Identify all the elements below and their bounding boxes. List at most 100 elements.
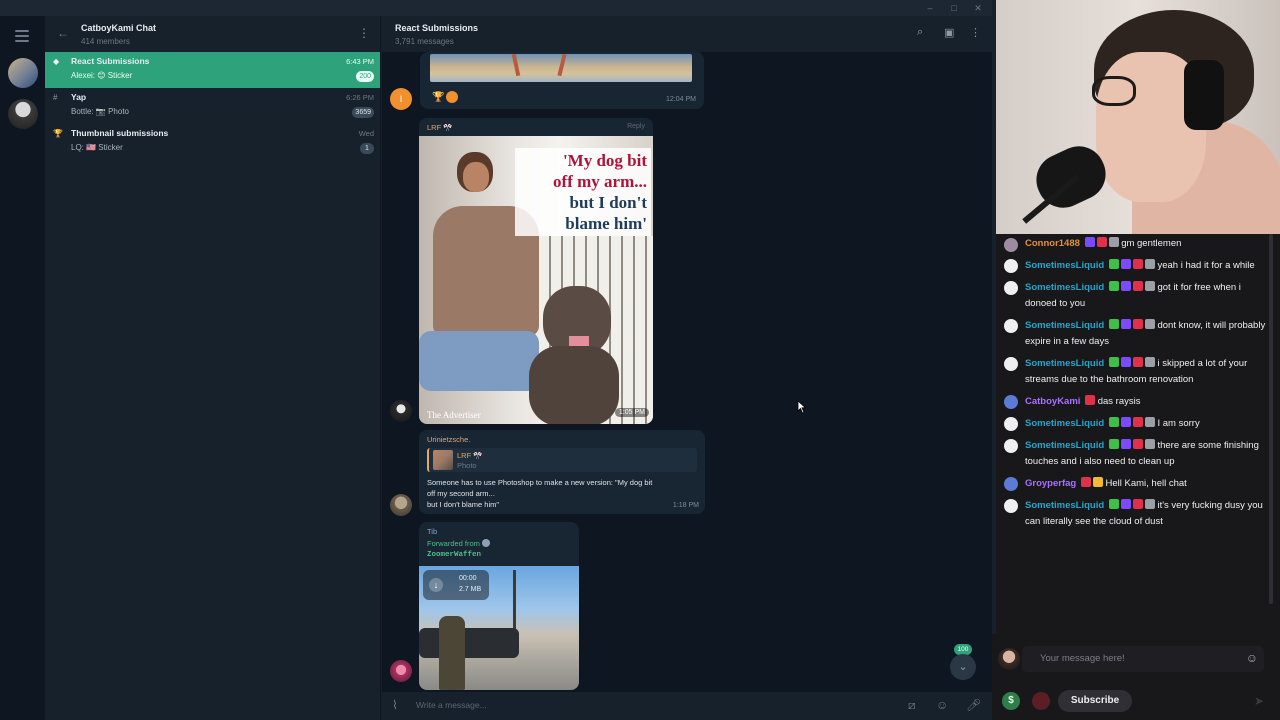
badge-icon — [1132, 357, 1143, 367]
user-avatar[interactable] — [1004, 281, 1018, 295]
message-time: 1:18 PM — [672, 502, 699, 509]
chat-username[interactable]: SometimesLiquid — [1025, 440, 1104, 451]
message-bubble: 🏆 12:04 PM — [420, 52, 704, 109]
gift-icon[interactable] — [1032, 692, 1050, 710]
subscribe-button[interactable]: Subscribe — [1058, 690, 1132, 712]
officer-shape — [439, 616, 465, 690]
badge-icon — [1120, 319, 1131, 329]
sidebar-toggle-icon[interactable]: ▣ — [944, 26, 954, 39]
screen: – □ ✕ ← CatboyKami Chat 414 members ⋮ ◆ … — [0, 0, 1280, 720]
sender-name[interactable]: LRF 🎌 — [427, 123, 453, 132]
topic-time: 6:26 PM — [346, 93, 374, 102]
topic-item-thumbnail-submissions[interactable]: 🏆 Thumbnail submissions LQ: 🇺🇸 Sticker W… — [45, 124, 380, 160]
user-avatar[interactable] — [1004, 499, 1018, 513]
user-avatar[interactable] — [1004, 259, 1018, 273]
forwarded-name[interactable]: ZoomerWaffen — [427, 551, 481, 559]
chat-avatar-secondary[interactable] — [8, 99, 38, 129]
chat-username[interactable]: SometimesLiquid — [1025, 320, 1104, 331]
command-icon[interactable]: ⧄ — [908, 698, 916, 713]
attach-icon[interactable]: ⌇ — [392, 698, 398, 712]
message-bubble: Urinietzsche. LRF 🎌 Photo Someone has to… — [419, 430, 705, 514]
close-icon[interactable]: ✕ — [972, 2, 984, 14]
sender-avatar[interactable]: I — [390, 88, 412, 110]
topic-last-message: LQ: 🇺🇸 Sticker — [71, 143, 123, 152]
maximize-icon[interactable]: □ — [948, 2, 960, 14]
chat-avatar-catboykami[interactable] — [8, 58, 38, 88]
sticker-icon — [446, 91, 458, 103]
badge-icon — [1132, 417, 1143, 427]
more-options-icon[interactable]: ⋮ — [970, 26, 981, 39]
message-time: 12:04 PM — [666, 96, 696, 103]
back-arrow-icon[interactable]: ← — [57, 26, 69, 40]
chat-username[interactable]: SometimesLiquid — [1025, 418, 1104, 429]
sender-avatar[interactable] — [390, 660, 412, 682]
send-icon[interactable]: ➤ — [1254, 694, 1264, 708]
chat-input-placeholder: Your message here! — [1040, 653, 1125, 664]
download-icon[interactable]: ↓ — [429, 578, 443, 592]
badge-icon — [1108, 319, 1119, 329]
video-size: 2.7 MB — [459, 586, 482, 593]
own-avatar[interactable] — [998, 648, 1020, 670]
chat-message: SometimesLiquid there are some finishing… — [996, 435, 1280, 473]
headline-line: blame him' — [565, 214, 647, 233]
user-avatar[interactable] — [1004, 477, 1018, 491]
chat-username[interactable]: Groyperfag — [1025, 478, 1076, 489]
user-avatar[interactable] — [1004, 417, 1018, 431]
diamond-icon: ◆ — [53, 57, 60, 66]
unread-badge: 200 — [356, 71, 374, 82]
sender-avatar[interactable] — [390, 494, 412, 516]
user-avatar[interactable] — [1004, 238, 1018, 252]
video-attachment[interactable]: ↓ 00:00 2.7 MB — [419, 566, 579, 690]
chat-username[interactable]: SometimesLiquid — [1025, 358, 1104, 369]
sender-name[interactable]: Tib — [427, 527, 437, 536]
user-avatar[interactable] — [1004, 395, 1018, 409]
unread-badge: 3659 — [352, 107, 374, 118]
message-text: Someone has to use Photoshop to make a n… — [427, 477, 652, 510]
forward-source-avatar-icon — [482, 539, 491, 547]
sender-avatar[interactable] — [390, 400, 412, 422]
badge-icon — [1084, 237, 1095, 247]
topic-name: Thumbnail submissions — [71, 128, 169, 138]
dollar-icon[interactable]: $ — [1002, 692, 1020, 710]
scroll-down-button[interactable]: ⌄ — [950, 654, 976, 680]
chat-scrollbar[interactable] — [1268, 234, 1274, 634]
chat-message: Groyperfag Hell Kami, hell chat — [996, 473, 1280, 495]
menu-icon[interactable] — [15, 30, 29, 45]
conversation-title[interactable]: React Submissions — [395, 23, 478, 33]
chat-username[interactable]: SometimesLiquid — [1025, 282, 1104, 293]
badge-icon — [1144, 439, 1155, 449]
user-avatar[interactable] — [1004, 357, 1018, 371]
minimize-icon[interactable]: – — [924, 2, 936, 14]
chat-username[interactable]: SometimesLiquid — [1025, 260, 1104, 271]
image-attachment[interactable] — [430, 54, 692, 82]
badge-icon — [1120, 281, 1131, 291]
group-title[interactable]: CatboyKami Chat — [81, 23, 156, 33]
emoji-icon[interactable]: ☺ — [936, 698, 948, 712]
person-jeans-shape — [419, 331, 539, 391]
folders-rail — [0, 16, 45, 720]
chat-username[interactable]: Connor1488 — [1025, 238, 1080, 249]
user-avatar[interactable] — [1004, 319, 1018, 333]
window-titlebar: – □ ✕ — [0, 0, 992, 16]
user-avatar[interactable] — [1004, 439, 1018, 453]
photo-attachment[interactable]: 'My dog bit off my arm... but I don't bl… — [419, 136, 653, 424]
scrollbar-thumb[interactable] — [1269, 234, 1273, 604]
reply-quote[interactable]: LRF 🎌 Photo — [427, 448, 697, 472]
badge-icon — [1108, 439, 1119, 449]
message-bubble: LRF 🎌 Reply 'My dog bit off my arm... bu… — [419, 118, 653, 424]
sender-name[interactable]: Urinietzsche. — [427, 435, 470, 444]
chat-message: SometimesLiquid i skipped a lot of your … — [996, 353, 1280, 391]
chat-username[interactable]: SometimesLiquid — [1025, 500, 1104, 511]
emote-picker-icon[interactable]: ☺ — [1246, 651, 1258, 665]
message-input[interactable]: Write a message... — [416, 700, 487, 710]
topic-item-yap[interactable]: # Yap Bottle: 📷 Photo 6:26 PM 3659 — [45, 88, 380, 124]
search-icon[interactable]: ⌕ — [917, 26, 923, 39]
forwarded-label[interactable]: Forwarded from — [427, 539, 491, 548]
chat-username[interactable]: CatboyKami — [1025, 396, 1080, 407]
more-options-icon[interactable]: ⋮ — [358, 26, 370, 40]
chat-input[interactable]: Your message here! ☺ — [1022, 646, 1264, 672]
reply-button[interactable]: Reply — [627, 123, 645, 130]
microphone-icon[interactable]: 🎤︎ — [966, 698, 981, 712]
topic-item-react-submissions[interactable]: ◆ React Submissions Alexei: 😊 Sticker 6:… — [45, 52, 380, 88]
chat-message: SometimesLiquid got it for free when i d… — [996, 277, 1280, 315]
